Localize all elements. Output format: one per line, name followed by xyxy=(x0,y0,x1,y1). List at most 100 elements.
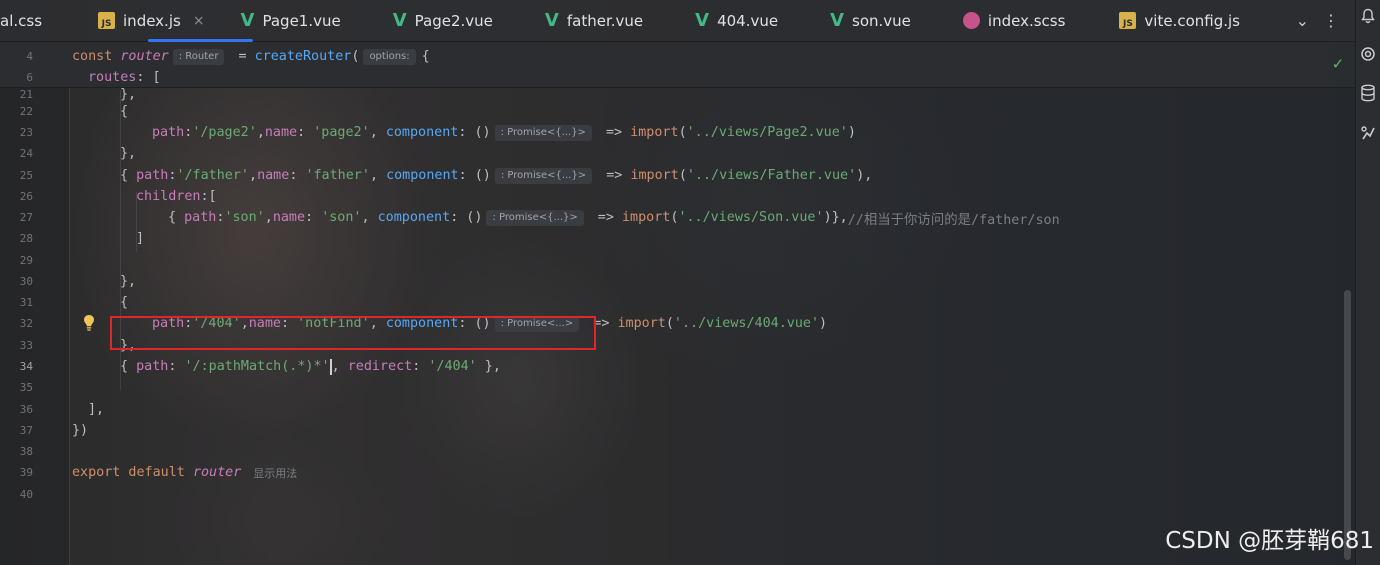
tab-label: index.js xyxy=(123,11,181,30)
keyword: export default xyxy=(72,465,185,480)
property: component xyxy=(386,168,459,183)
line-number: 25 xyxy=(19,169,33,182)
keyword: import xyxy=(622,210,671,225)
property: path xyxy=(136,168,169,183)
comment: //相当于你访问的是/father/son xyxy=(847,212,1060,228)
sticky-scope-header: 4 const router: Router = createRouter(op… xyxy=(0,42,1355,88)
chevron-down-icon[interactable]: ⌄ xyxy=(1296,11,1309,30)
line-number: 31 xyxy=(19,296,33,309)
type-hint: : Promise<{...}> xyxy=(486,209,584,226)
highlight-annotation-box xyxy=(110,316,596,350)
tab-label: Page1.vue xyxy=(262,11,341,30)
punctuation: : [ xyxy=(136,70,161,85)
tab-label: index.scss xyxy=(987,11,1066,30)
tab-tools: ⌄ ⋮ xyxy=(1296,0,1355,41)
tab-father-vue[interactable]: V father.vue xyxy=(511,0,661,41)
code-text: ] xyxy=(136,231,145,246)
variable: router xyxy=(192,465,242,480)
notifications-icon[interactable] xyxy=(1360,8,1376,24)
tab-label: 404.vue xyxy=(717,11,779,30)
tab-label: son.vue xyxy=(852,11,911,30)
property: routes xyxy=(88,70,137,85)
property: component xyxy=(385,125,459,140)
keyword: import xyxy=(630,125,679,140)
line-number: 40 xyxy=(19,488,33,501)
plugin-icon[interactable] xyxy=(1360,124,1376,142)
string: '/:pathMatch(.*)*' xyxy=(184,359,330,374)
tab-label: al.css xyxy=(0,11,43,30)
line-number: 6 xyxy=(26,71,33,84)
line-number: 4 xyxy=(26,50,33,63)
punctuation: ( xyxy=(351,49,360,64)
tab-page2-vue[interactable]: V Page2.vue xyxy=(359,0,511,41)
variable: router xyxy=(120,49,169,64)
tab-label: Page2.vue xyxy=(414,11,493,30)
show-usages-link[interactable]: 显示用法 xyxy=(253,465,297,481)
punctuation: { xyxy=(421,49,430,64)
string: '../views/Page2.vue' xyxy=(686,125,848,140)
line-number: 28 xyxy=(19,232,33,245)
line-number: 26 xyxy=(19,190,33,203)
string: '../views/404.vue' xyxy=(673,316,820,331)
more-vertical-icon[interactable]: ⋮ xyxy=(1323,11,1339,30)
property: path xyxy=(152,125,185,140)
code-text: }, xyxy=(120,87,137,102)
watermark: CSDN @胚芽鞘681 xyxy=(1165,528,1374,554)
tab-index-js[interactable]: JS index.js × xyxy=(76,0,252,42)
line-number: 32 xyxy=(19,317,33,330)
tab-page1-vue[interactable]: V Page1.vue xyxy=(223,0,359,41)
property: children xyxy=(136,189,201,204)
tab-vite-config-js[interactable]: JS vite.config.js xyxy=(1083,0,1258,41)
line-number: 23 xyxy=(19,126,33,139)
scss-file-icon xyxy=(962,12,980,29)
tab-404-vue[interactable]: V 404.vue xyxy=(661,0,796,41)
js-file-icon: JS xyxy=(1119,12,1137,29)
line-number: 37 xyxy=(19,424,33,437)
tab-son-vue[interactable]: V son.vue xyxy=(796,0,929,41)
vue-file-icon: V xyxy=(392,9,407,31)
line-number: 39 xyxy=(19,466,33,479)
string: '/page2' xyxy=(192,125,257,140)
line-number: 22 xyxy=(19,105,33,118)
parameter-hint: options: xyxy=(363,48,416,65)
string: 'son' xyxy=(321,210,362,225)
editor-tab-bar: al.css JS index.js × V Page1.vue V Page2… xyxy=(0,0,1355,42)
vertical-scrollbar[interactable] xyxy=(1344,290,1351,560)
inspection-ok-icon[interactable]: ✓ xyxy=(1333,54,1343,74)
code-text: { xyxy=(120,295,129,310)
tab-label: father.vue xyxy=(566,11,644,30)
tab-global-css[interactable]: al.css xyxy=(0,0,76,41)
database-icon[interactable] xyxy=(1360,84,1376,102)
string: '../views/Father.vue' xyxy=(686,168,857,183)
right-tool-strip xyxy=(1355,0,1380,565)
property: path xyxy=(184,210,217,225)
ai-assistant-icon[interactable] xyxy=(1360,46,1376,62)
line-number: 29 xyxy=(19,254,33,267)
line-number: 21 xyxy=(19,88,33,101)
string: 'son' xyxy=(224,210,265,225)
property: name xyxy=(272,210,306,225)
close-icon[interactable]: × xyxy=(193,13,205,29)
type-hint: : Promise<{...}> xyxy=(494,124,592,141)
code-text: { xyxy=(120,104,129,119)
line-number: 38 xyxy=(19,445,33,458)
type-hint: : Router xyxy=(172,48,225,65)
code-editor[interactable]: 4 const router: Router = createRouter(op… xyxy=(0,42,1355,565)
keyword: import xyxy=(617,316,666,331)
string: '/404' xyxy=(428,359,477,374)
line-number: 35 xyxy=(19,381,33,394)
line-number: 33 xyxy=(19,339,33,352)
string: 'page2' xyxy=(313,125,370,140)
code-text: }, xyxy=(120,146,137,161)
string: 'father' xyxy=(305,168,370,183)
line-number: 34 xyxy=(19,360,33,373)
tab-index-scss[interactable]: index.scss xyxy=(929,0,1084,41)
property: component xyxy=(377,210,451,225)
type-hint: : Promise<{...}> xyxy=(494,167,593,184)
operator: = xyxy=(230,49,255,64)
string: '/father' xyxy=(176,168,249,183)
lightbulb-icon[interactable] xyxy=(82,314,96,332)
line-number: 30 xyxy=(19,275,33,288)
function-name: createRouter xyxy=(254,49,352,64)
code-text: }) xyxy=(72,423,89,438)
